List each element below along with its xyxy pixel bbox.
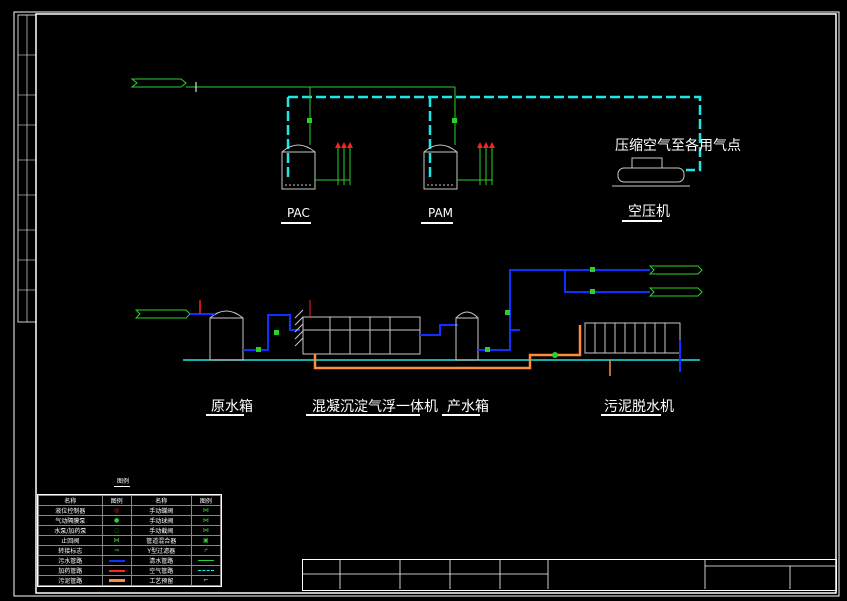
product-outlet-line <box>478 269 650 351</box>
compressor-symbol <box>612 157 690 187</box>
legend-row: 气动隔膜泵 ● 手动球阀 ⋈ <box>38 515 222 526</box>
legend-header-cell: 图例 <box>101 495 132 506</box>
compressor-label: 空压机 <box>628 204 670 220</box>
legend-symbol <box>101 575 132 586</box>
legend-header-row: 名称 图例 名称 图例 <box>38 495 222 506</box>
legend-header-cell: 名称 <box>38 495 103 506</box>
legend-symbol <box>101 565 132 576</box>
legend-symbol: ◌ <box>101 525 132 536</box>
raw-inlet-tag <box>134 309 191 319</box>
legend-symbol: ⌐ <box>190 575 222 586</box>
legend-row: 加药管路 空气管路 <box>38 565 222 576</box>
outlet-tags <box>648 265 703 297</box>
legend-cell: 手动球阀 <box>130 515 192 526</box>
legend-row: 水泵/加药泵 ◌ 手动截阀 ⋈ <box>38 525 222 536</box>
legend-cell: 转接标志 <box>38 545 103 556</box>
legend-row: 止回阀 ⋈ 管道混合器 ▣ <box>38 535 222 546</box>
product-feed-line <box>420 324 458 336</box>
sludge-pump-icon <box>552 352 558 358</box>
product-tank-label: 产水箱 <box>447 399 489 415</box>
sludge-line <box>313 325 582 370</box>
legend-cell: 气动隔膜泵 <box>38 515 103 526</box>
legend-cell: 加药管路 <box>38 565 103 576</box>
pam-underline <box>421 222 453 224</box>
pac-pumps <box>315 145 351 185</box>
raw-inlet <box>134 309 191 319</box>
dewater-label: 污泥脱水机 <box>604 399 674 415</box>
legend-symbol: ▣ <box>190 535 222 546</box>
pac-label: PAC <box>287 206 310 220</box>
legend-cell: 清水管路 <box>130 555 192 566</box>
legend-cell: 手动截阀 <box>130 525 192 536</box>
legend-header-cell: 名称 <box>130 495 192 506</box>
revision-strip-lines <box>18 15 36 322</box>
pac-underline <box>281 222 311 224</box>
legend-cell: 管道混合器 <box>130 535 192 546</box>
legend-symbol: ⋈ <box>190 505 222 516</box>
legend-row: 液位控制器 ◎ 手动蝶阀 ⋈ <box>38 505 222 516</box>
legend-symbol: ⋈ <box>190 525 222 536</box>
legend-header-cell: 图例 <box>190 495 222 506</box>
raw-feed-line <box>243 314 300 351</box>
legend-symbol <box>101 555 132 566</box>
pac-pump-arrows <box>335 142 353 148</box>
legend-table: 名称 图例 名称 图例 液位控制器 ◎ 手动蝶阀 ⋈ 气动隔膜泵 ● 手动球阀 … <box>37 494 222 587</box>
dewater-underline <box>601 414 661 416</box>
cad-drawing: PAC PAM 压缩空气至各用气点 空压机 原水箱 混凝沉淀气浮一体机 产水箱 … <box>0 0 847 601</box>
legend-cell: 空气管路 <box>130 565 192 576</box>
legend-symbol <box>190 565 222 576</box>
legend-symbol: ⋈ <box>101 535 132 546</box>
legend-row: 污水管路 清水管路 <box>38 555 222 566</box>
legend-cell: 污水管路 <box>38 555 103 566</box>
compressor-underline <box>622 220 662 222</box>
legend-symbol: ⋈ <box>190 515 222 526</box>
legend-cell: 水泵/加药泵 <box>38 525 103 536</box>
legend-cell: Y型过滤器 <box>130 545 192 556</box>
pam-label: PAM <box>428 206 454 220</box>
legend-symbol: ⇒ <box>101 545 132 556</box>
water-inlet-line <box>130 78 456 145</box>
legend-symbol: ● <box>101 515 132 526</box>
integrated-unit-underline <box>306 414 420 416</box>
product-water-tank <box>455 311 479 361</box>
water-inlet-tag <box>130 78 187 88</box>
integrated-unit-label: 混凝沉淀气浮一体机 <box>312 399 438 415</box>
raw-tank-label: 原水箱 <box>211 399 253 415</box>
product-tank-underline <box>442 414 480 416</box>
legend-row: 污泥管路 工艺预留 ⌐ <box>38 575 222 586</box>
legend-cell: 液位控制器 <box>38 505 103 516</box>
legend-row: 转接标志 ⇒ Y型过滤器 ⌿ <box>38 545 222 556</box>
pam-pump-arrows <box>477 142 495 148</box>
title-block <box>302 559 837 591</box>
filter-press <box>584 322 681 354</box>
legend-symbol <box>190 555 222 566</box>
compressor-note: 压缩空气至各用气点 <box>615 138 741 154</box>
legend-symbol: ⌿ <box>190 545 222 556</box>
legend-cell: 工艺预留 <box>130 575 192 586</box>
legend-symbol: ◎ <box>101 505 132 516</box>
raw-tank-underline <box>206 414 244 416</box>
raw-water-tank <box>209 310 244 361</box>
integrated-unit <box>294 309 421 355</box>
legend-cell: 止回阀 <box>38 535 103 546</box>
legend-cell: 污泥管路 <box>38 575 103 586</box>
pam-pumps <box>457 145 493 185</box>
legend-cell: 手动蝶阀 <box>130 505 192 516</box>
legend-title: 图例 <box>117 478 130 485</box>
legend-title-underline <box>114 486 130 487</box>
